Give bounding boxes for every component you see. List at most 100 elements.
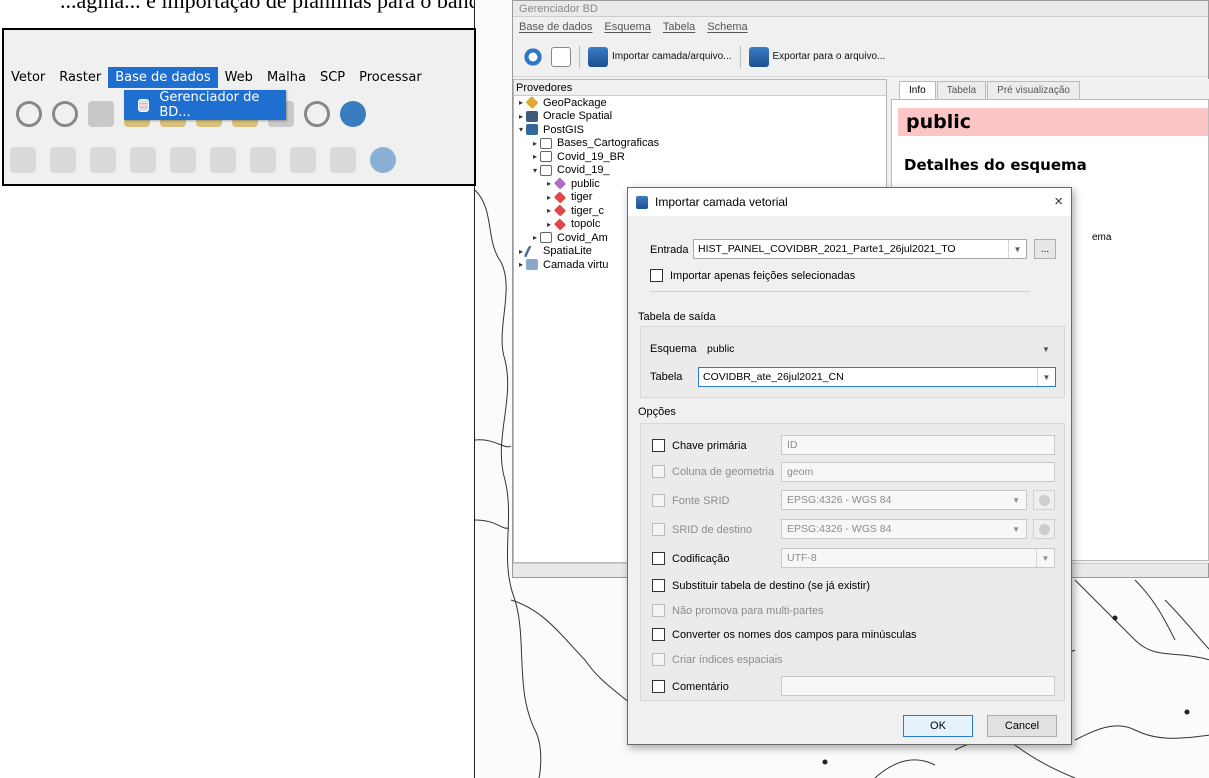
tree-item[interactable]: ▸ GeoPackage (514, 96, 886, 110)
menu-database[interactable]: Base de dados (519, 21, 592, 33)
primary-key-checkbox[interactable] (652, 439, 665, 452)
replace-table-checkbox[interactable] (652, 579, 665, 592)
plugin-icon[interactable] (370, 147, 396, 173)
encoding-select[interactable]: UTF-8 ▼ (781, 548, 1055, 568)
cancel-button[interactable]: Cancel (987, 715, 1057, 737)
target-srid-value: EPSG:4326 - WGS 84 (787, 523, 892, 535)
tree-item-label: SpatiaLite (543, 245, 592, 258)
menu-processar[interactable]: Processar (352, 70, 429, 85)
copy-icon[interactable] (130, 147, 156, 173)
table-name-combo[interactable]: COVIDBR_ate_26jul2021_CN ▼ (698, 367, 1056, 387)
spatial-index-row[interactable]: Criar índices espaciais (652, 653, 783, 666)
chevron-down-icon: ▼ (1036, 549, 1054, 567)
schema-title: public (898, 108, 1208, 136)
close-icon[interactable]: × (1054, 193, 1063, 210)
layer-style-icon[interactable] (330, 147, 356, 173)
collapsed-arrow-icon[interactable]: ▸ (530, 152, 540, 161)
comment-field[interactable] (781, 676, 1055, 696)
tree-item[interactable]: ▸ Covid_19_BR (514, 150, 886, 164)
menu-malha[interactable]: Malha (260, 70, 313, 85)
geometry-column-row[interactable]: Coluna de geometria (652, 465, 774, 478)
target-srid-checkbox[interactable] (652, 523, 665, 536)
tab-pre-visualizacao[interactable]: Pré visualização (987, 81, 1080, 99)
collapsed-arrow-icon[interactable]: ▸ (516, 98, 526, 107)
refresh-icon[interactable] (340, 101, 366, 127)
tab-tabela[interactable]: Tabela (936, 81, 987, 99)
menu-base-de-dados[interactable]: Base de dados (108, 66, 218, 88)
collapsed-arrow-icon[interactable]: ▸ (544, 193, 554, 202)
menu-scp[interactable]: SCP (313, 70, 352, 85)
lowercase-fields-row[interactable]: Converter os nomes dos campos para minús… (652, 628, 917, 641)
database-icon (540, 151, 552, 163)
menu-vetor[interactable]: Vetor (4, 70, 52, 85)
tab-info[interactable]: Info (899, 81, 936, 99)
zoom-layer-icon[interactable] (52, 101, 78, 127)
zoom-icon[interactable] (16, 101, 42, 127)
source-srid-value: EPSG:4326 - WGS 84 (787, 494, 892, 506)
paste-icon[interactable] (170, 147, 196, 173)
undo-icon[interactable] (210, 147, 236, 173)
target-srid-row[interactable]: SRID de destino (652, 523, 752, 536)
target-srid-select[interactable]: EPSG:4326 - WGS 84 ▼ (781, 519, 1027, 539)
target-srid-label: SRID de destino (672, 523, 753, 536)
export-file-button[interactable]: Exportar para o arquivo... (748, 46, 885, 67)
encoding-row[interactable]: Codificação (652, 552, 729, 565)
source-crs-selector-button[interactable] (1033, 490, 1055, 510)
cut-icon[interactable] (90, 147, 116, 173)
primary-key-row[interactable]: Chave primária (652, 439, 747, 452)
source-srid-row[interactable]: Fonte SRID (652, 494, 729, 507)
zoom-selection-icon[interactable] (88, 101, 114, 127)
tree-item[interactable]: ▾ Covid_19_ (514, 164, 886, 178)
collapsed-arrow-icon[interactable]: ▸ (544, 220, 554, 229)
browse-button[interactable]: ... (1034, 239, 1056, 259)
collapsed-arrow-icon[interactable]: ▸ (544, 206, 554, 215)
no-multipart-checkbox[interactable] (652, 604, 665, 617)
collapsed-arrow-icon[interactable]: ▸ (516, 112, 526, 121)
primary-key-field[interactable]: ID (781, 435, 1055, 455)
import-layer-button[interactable]: Importar camada/arquivo... (588, 46, 732, 67)
encoding-value: UTF-8 (787, 552, 817, 564)
dropdown-item-gerenciador-bd[interactable]: Gerenciador de BD... (124, 90, 286, 120)
sql-window-button[interactable] (551, 46, 571, 67)
source-srid-checkbox[interactable] (652, 494, 665, 507)
schema-select[interactable]: public ▼ (702, 339, 1056, 359)
tree-item[interactable]: ▾ PostGIS (514, 123, 886, 137)
expanded-arrow-icon[interactable]: ▾ (530, 166, 540, 175)
tree-item-label: PostGIS (543, 123, 584, 136)
collapsed-arrow-icon[interactable]: ▸ (516, 260, 526, 269)
collapsed-arrow-icon[interactable]: ▸ (544, 179, 554, 188)
geometry-column-label: Coluna de geometria (672, 465, 775, 478)
encoding-checkbox[interactable] (652, 552, 665, 565)
redo-icon[interactable] (250, 147, 276, 173)
menu-schema-en[interactable]: Schema (707, 21, 747, 33)
geometry-column-checkbox[interactable] (652, 465, 665, 478)
label-icon[interactable] (290, 147, 316, 173)
ok-button[interactable]: OK (903, 715, 973, 737)
replace-table-row[interactable]: Substituir tabela de destino (se já exis… (652, 579, 870, 592)
input-layer-combo[interactable]: HIST_PAINEL_COVIDBR_2021_Parte1_26jul202… (693, 239, 1027, 259)
comment-checkbox[interactable] (652, 680, 665, 693)
source-srid-select[interactable]: EPSG:4326 - WGS 84 ▼ (781, 490, 1027, 510)
lowercase-fields-checkbox[interactable] (652, 628, 665, 641)
clock-icon[interactable] (304, 101, 330, 127)
menu-web[interactable]: Web (218, 70, 260, 85)
menu-schema[interactable]: Esquema (604, 21, 650, 33)
tree-item[interactable]: ▸ Bases_Cartograficas (514, 137, 886, 151)
expanded-arrow-icon[interactable]: ▾ (516, 125, 526, 134)
geometry-column-field[interactable]: geom (781, 462, 1055, 482)
tree-item[interactable]: ▸ Oracle Spatial (514, 110, 886, 124)
delete-icon[interactable] (50, 147, 76, 173)
edit-icon[interactable] (10, 147, 36, 173)
schema-icon (553, 218, 567, 231)
spatial-index-checkbox[interactable] (652, 653, 665, 666)
selected-only-checkbox[interactable] (650, 269, 663, 282)
refresh-button[interactable] (523, 46, 543, 67)
no-multipart-row[interactable]: Não promova para multi-partes (652, 604, 824, 617)
selected-only-row[interactable]: Importar apenas feições selecionadas (650, 269, 855, 282)
menu-raster[interactable]: Raster (52, 70, 108, 85)
menu-table[interactable]: Tabela (663, 21, 695, 33)
collapsed-arrow-icon[interactable]: ▸ (530, 139, 540, 148)
collapsed-arrow-icon[interactable]: ▸ (530, 233, 540, 242)
comment-row[interactable]: Comentário (652, 680, 729, 693)
target-crs-selector-button[interactable] (1033, 519, 1055, 539)
